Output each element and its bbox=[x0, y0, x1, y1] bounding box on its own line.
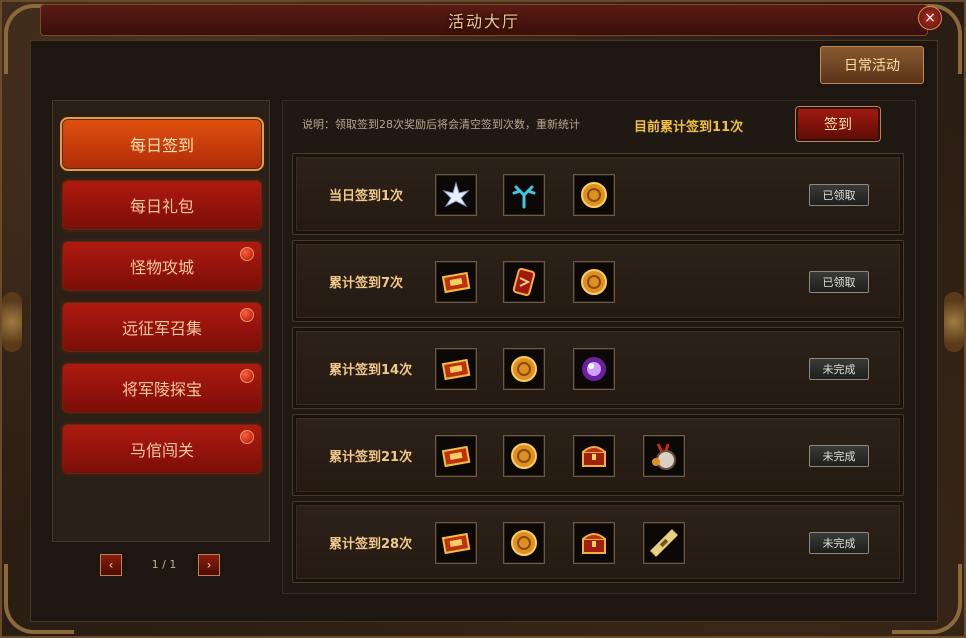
voucher-icon[interactable] bbox=[435, 522, 477, 564]
next-page-button[interactable]: › bbox=[198, 554, 220, 576]
reward-row: 累计签到21次 未完成 bbox=[292, 414, 904, 496]
sidebar-tab-label: 远征军召集 bbox=[121, 319, 202, 338]
prev-page-button[interactable]: ‹ bbox=[100, 554, 122, 576]
reward-row-label: 累计签到21次 bbox=[329, 450, 413, 465]
voucher-icon[interactable] bbox=[435, 261, 477, 303]
gold-coin-icon[interactable] bbox=[503, 435, 545, 477]
talisman-icon[interactable] bbox=[503, 261, 545, 303]
claim-status-button[interactable]: 已领取 bbox=[809, 271, 869, 293]
voucher-icon[interactable] bbox=[435, 435, 477, 477]
reward-row: 累计签到7次 已领取 bbox=[292, 240, 904, 322]
description-note: 说明：领取签到28次奖励后将会清空签到次数，重新统计 bbox=[302, 118, 580, 131]
gold-coin-icon[interactable] bbox=[573, 174, 615, 216]
title-bar: 活动大厅 bbox=[40, 4, 928, 36]
reward-row-label: 累计签到14次 bbox=[329, 363, 413, 378]
sidebar-tab[interactable]: 怪物攻城 bbox=[60, 239, 264, 293]
gold-coin-icon[interactable] bbox=[573, 261, 615, 303]
voucher-icon[interactable] bbox=[435, 348, 477, 390]
total-signin-count: 目前累计签到11次 bbox=[634, 120, 744, 135]
sidebar-tab-label: 怪物攻城 bbox=[129, 258, 194, 277]
sidebar-tab[interactable]: 远征军召集 bbox=[60, 300, 264, 354]
sidebar-tab-label: 将军陵探宝 bbox=[121, 380, 202, 399]
daily-activities-button[interactable]: 日常活动 bbox=[820, 46, 924, 84]
notification-dot-icon bbox=[240, 247, 254, 261]
treasure-chest-icon[interactable] bbox=[573, 522, 615, 564]
claim-status-button[interactable]: 已领取 bbox=[809, 184, 869, 206]
sidebar-tab[interactable]: 马倌闯关 bbox=[60, 422, 264, 476]
scroll-bundle-icon[interactable] bbox=[643, 522, 685, 564]
claim-status-button[interactable]: 未完成 bbox=[809, 445, 869, 467]
claim-status-button[interactable]: 未完成 bbox=[809, 358, 869, 380]
notification-dot-icon bbox=[240, 369, 254, 383]
notification-dot-icon bbox=[240, 308, 254, 322]
claim-status-button[interactable]: 未完成 bbox=[809, 532, 869, 554]
signin-button[interactable]: 签到 bbox=[796, 107, 880, 141]
gold-coin-icon[interactable] bbox=[503, 348, 545, 390]
gold-coin-icon[interactable] bbox=[503, 522, 545, 564]
sidebar-tab[interactable]: 每日签到 bbox=[60, 117, 264, 171]
pager: ‹ 1 / 1 › bbox=[52, 552, 268, 578]
sidebar-tab[interactable]: 将军陵探宝 bbox=[60, 361, 264, 415]
side-ornament bbox=[2, 292, 22, 352]
reward-row: 当日签到1次 已领取 bbox=[292, 153, 904, 235]
reward-row: 累计签到28次 未完成 bbox=[292, 501, 904, 583]
notification-dot-icon bbox=[240, 430, 254, 444]
reward-row-label: 累计签到7次 bbox=[329, 276, 404, 291]
close-button[interactable]: × bbox=[918, 6, 942, 30]
purple-orb-icon[interactable] bbox=[573, 348, 615, 390]
sidebar-tab-label: 每日签到 bbox=[129, 136, 194, 155]
window-title: 活动大厅 bbox=[447, 12, 520, 31]
sidebar-tab[interactable]: 每日礼包 bbox=[60, 178, 264, 232]
money-bag-icon[interactable] bbox=[643, 435, 685, 477]
reward-row: 累计签到14次 未完成 bbox=[292, 327, 904, 409]
lotus-icon[interactable] bbox=[435, 174, 477, 216]
reward-row-label: 累计签到28次 bbox=[329, 537, 413, 552]
sidebar-tab-label: 马倌闯关 bbox=[129, 441, 194, 460]
sidebar-tab-label: 每日礼包 bbox=[129, 197, 194, 216]
coral-icon[interactable] bbox=[503, 174, 545, 216]
reward-row-label: 当日签到1次 bbox=[329, 189, 404, 204]
side-ornament bbox=[944, 292, 964, 352]
page-indicator: 1 / 1 bbox=[151, 558, 177, 571]
treasure-chest-icon[interactable] bbox=[573, 435, 615, 477]
